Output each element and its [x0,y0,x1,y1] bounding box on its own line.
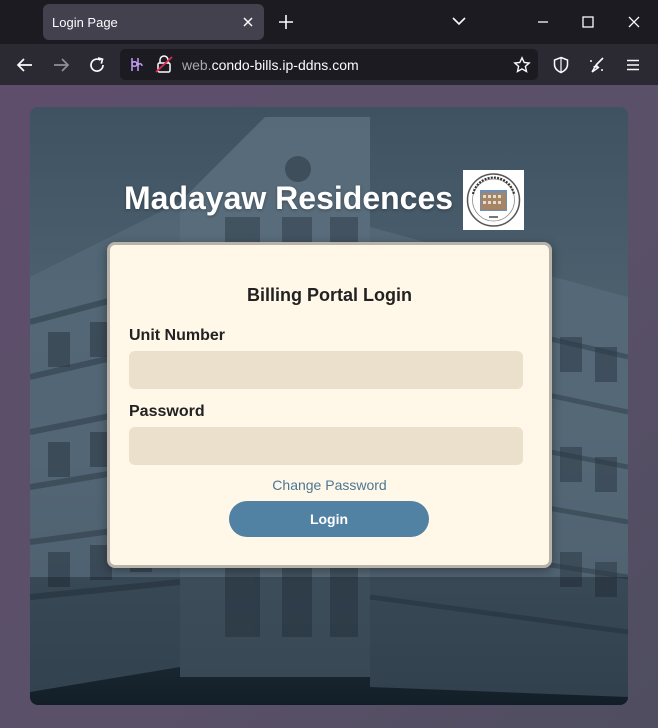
url-bar[interactable]: web.condo-bills.ip-ddns.com [120,49,538,80]
star-icon[interactable] [513,56,531,74]
login-button[interactable]: Login [229,501,429,537]
chevron-down-icon[interactable] [451,13,467,29]
browser-navbar: web.condo-bills.ip-ddns.com [0,44,658,85]
url-domain: condo-bills.ip-ddns.com [211,57,359,73]
password-label: Password [129,403,205,420]
minimize-icon[interactable] [535,14,551,30]
residence-seal-logo [463,170,524,230]
tab-title: Login Page [52,15,118,30]
menu-icon[interactable] [624,56,642,74]
permissions-icon[interactable] [128,56,145,73]
shield-icon[interactable] [552,56,570,74]
window-close-icon[interactable] [626,14,642,30]
unit-number-label: Unit Number [129,327,225,344]
unit-number-input[interactable] [129,351,523,389]
login-card: Billing Portal Login Unit Number Passwor… [107,242,552,568]
arrow-left-icon[interactable] [16,56,34,74]
url-prefix: web. [182,57,212,73]
arrow-right-icon[interactable] [52,56,70,74]
password-input[interactable] [129,427,523,465]
hero-panel: Madayaw Residences Billing Portal Login … [30,107,628,705]
browser-titlebar: Login Page [0,0,658,44]
reload-icon[interactable] [88,56,106,74]
insecure-lock-icon[interactable] [155,55,173,74]
maximize-icon[interactable] [580,14,596,30]
close-icon[interactable] [240,14,256,30]
cleaner-icon[interactable] [588,56,606,74]
page-background: Madayaw Residences Billing Portal Login … [0,85,658,728]
change-password-link[interactable]: Change Password [110,477,549,493]
browser-tab[interactable]: Login Page [43,4,264,40]
plus-icon[interactable] [277,13,295,31]
login-heading: Billing Portal Login [247,285,412,305]
url-text[interactable]: web.condo-bills.ip-ddns.com [182,57,359,73]
site-title: Madayaw Residences [124,180,454,216]
